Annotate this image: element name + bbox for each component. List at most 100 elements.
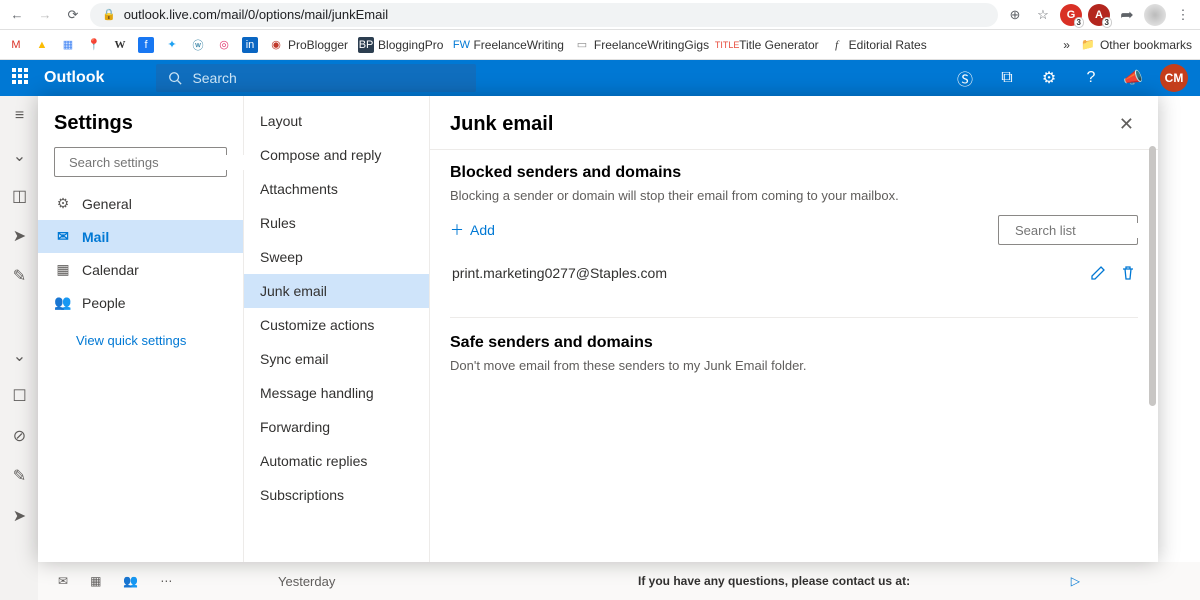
bookmark-docs[interactable]: ▦ (60, 37, 76, 53)
bookmark-wikipedia[interactable]: W (112, 37, 128, 53)
sub-subscriptions[interactable]: Subscriptions (244, 478, 429, 512)
sub-rules[interactable]: Rules (244, 206, 429, 240)
bookmark-problogger[interactable]: ◉ProBlogger (268, 37, 348, 53)
rail-chevron2-icon[interactable]: ⌄ (10, 346, 30, 366)
peek-people-icon[interactable]: 👥 (123, 574, 138, 588)
add-blocked-button[interactable]: ＋ Add (450, 220, 495, 240)
bookmark-editorialrates[interactable]: fEditorial Rates (829, 37, 927, 53)
bookmark-drive[interactable]: ▲ (34, 37, 50, 53)
plus-icon: ＋ (450, 220, 464, 240)
delete-entry-icon[interactable] (1120, 265, 1136, 281)
sub-attachments[interactable]: Attachments (244, 172, 429, 206)
sub-junk-email[interactable]: Junk email (244, 274, 429, 308)
sub-message-handling[interactable]: Message handling (244, 376, 429, 410)
rail-archive-icon[interactable]: ☐ (10, 386, 30, 406)
sub-sweep[interactable]: Sweep (244, 240, 429, 274)
reload-button[interactable]: ⟳ (62, 4, 84, 26)
mail-icon: ✉ (54, 228, 72, 245)
address-bar[interactable]: 🔒 outlook.live.com/mail/0/options/mail/j… (90, 3, 998, 27)
rail-drafts-icon[interactable]: ✎ (10, 266, 30, 286)
bookmark-bloggingpro[interactable]: BPBloggingPro (358, 37, 443, 53)
close-button[interactable]: ✕ (1115, 110, 1138, 139)
peek-more-icon[interactable]: ⋯ (160, 574, 172, 588)
extension-1-icon[interactable]: G3 (1060, 4, 1082, 26)
settings-detail-column: Junk email ✕ Blocked senders and domains… (430, 96, 1158, 562)
extension-2-icon[interactable]: A3 (1088, 4, 1110, 26)
sub-customize-actions[interactable]: Customize actions (244, 308, 429, 342)
background-peek: ✉ ▦ 👥 ⋯ Yesterday If you have any questi… (38, 562, 1200, 600)
megaphone-icon[interactable]: 📣 (1118, 63, 1148, 93)
safe-senders-description: Don't move email from these senders to m… (450, 358, 1138, 373)
sub-automatic-replies[interactable]: Automatic replies (244, 444, 429, 478)
sub-sync-email[interactable]: Sync email (244, 342, 429, 376)
rail-send2-icon[interactable]: ➤ (10, 506, 30, 526)
bookmark-overflow[interactable]: » (1063, 38, 1070, 52)
blocked-senders-description: Blocking a sender or domain will stop th… (450, 188, 1138, 203)
lock-icon: 🔒 (102, 8, 116, 21)
peek-play-icon[interactable]: ▷ (1071, 574, 1080, 588)
bookmark-facebook[interactable]: f (138, 37, 154, 53)
category-general[interactable]: ⚙General (38, 187, 243, 220)
scrollbar[interactable] (1149, 146, 1156, 406)
category-mail[interactable]: ✉Mail (38, 220, 243, 253)
edit-entry-icon[interactable] (1090, 265, 1106, 281)
user-avatar[interactable]: CM (1160, 64, 1188, 92)
bookmark-wordpress[interactable]: ⓦ (190, 37, 206, 53)
view-quick-settings-link[interactable]: View quick settings (38, 319, 243, 348)
settings-gear-icon[interactable]: ⚙ (1034, 63, 1064, 93)
safe-senders-heading: Safe senders and domains (450, 334, 1138, 352)
blocked-email-text: print.marketing0277@Staples.com (452, 265, 667, 281)
calendar-icon: ▦ (54, 261, 72, 278)
bookmark-gmail[interactable]: M (8, 37, 24, 53)
peek-yesterday-label: Yesterday (278, 574, 335, 589)
other-bookmarks[interactable]: 📁Other bookmarks (1080, 37, 1192, 53)
bookmark-freelancewritinggigs[interactable]: ▭FreelanceWritingGigs (574, 37, 709, 53)
back-button[interactable]: ← (6, 4, 28, 26)
sub-layout[interactable]: Layout (244, 104, 429, 138)
profile-avatar[interactable] (1144, 4, 1166, 26)
category-people[interactable]: 👥People (38, 286, 243, 319)
search-blocked-input[interactable] (1015, 223, 1158, 238)
rail-inbox-icon[interactable]: ◫ (10, 186, 30, 206)
search-settings-box[interactable] (54, 147, 227, 177)
help-icon[interactable]: ? (1076, 63, 1106, 93)
sub-forwarding[interactable]: Forwarding (244, 410, 429, 444)
bookmark-titlegenerator[interactable]: TITLETitle Generator (719, 37, 819, 53)
url-text: outlook.live.com/mail/0/options/mail/jun… (124, 7, 388, 22)
junk-email-title: Junk email (450, 113, 553, 136)
bookmark-instagram[interactable]: ◎ (216, 37, 232, 53)
blocked-entry: print.marketing0277@Staples.com (450, 259, 1138, 287)
settings-title: Settings (38, 112, 243, 147)
peek-calendar-icon[interactable]: ▦ (90, 574, 101, 588)
forward-button[interactable]: → (34, 4, 56, 26)
sub-compose[interactable]: Compose and reply (244, 138, 429, 172)
rail-notes-icon[interactable]: ✎ (10, 466, 30, 486)
bookmark-maps[interactable]: 📍 (86, 37, 102, 53)
add-tab-icon[interactable]: ⊕ (1004, 4, 1026, 26)
outlook-search[interactable] (156, 64, 476, 92)
bookmark-freelancewriting[interactable]: FWFreelanceWriting (453, 37, 563, 53)
star-icon[interactable]: ☆ (1032, 4, 1054, 26)
rail-sent-icon[interactable]: ➤ (10, 226, 30, 246)
left-rail: ≡ ⌄ ◫ ➤ ✎ ⌄ ☐ ⊘ ✎ ➤ (0, 96, 40, 600)
bookmark-linkedin[interactable]: in (242, 37, 258, 53)
peek-mail-icon[interactable]: ✉ (58, 574, 68, 588)
rail-menu-icon[interactable]: ≡ (10, 106, 30, 126)
outlook-header: Outlook Ⓢ ⧉ ⚙ ? 📣 CM (0, 60, 1200, 96)
search-icon (168, 71, 182, 85)
app-launcher-icon[interactable] (12, 68, 32, 88)
section-divider (450, 317, 1138, 318)
teams-icon[interactable]: ⧉ (992, 63, 1022, 93)
bookmark-twitter[interactable]: ✦ (164, 37, 180, 53)
rail-blocked-icon[interactable]: ⊘ (10, 426, 30, 446)
chrome-menu-icon[interactable]: ⋮ (1172, 4, 1194, 26)
rail-chevron-icon[interactable]: ⌄ (10, 146, 30, 166)
search-settings-input[interactable] (69, 155, 245, 170)
peek-contact-text: If you have any questions, please contac… (638, 574, 910, 588)
settings-subcategories-column: Layout Compose and reply Attachments Rul… (244, 96, 430, 562)
share-icon[interactable]: ➦ (1116, 4, 1138, 26)
outlook-search-input[interactable] (192, 70, 464, 86)
search-blocked-list[interactable] (998, 215, 1138, 245)
category-calendar[interactable]: ▦Calendar (38, 253, 243, 286)
skype-icon[interactable]: Ⓢ (950, 63, 980, 93)
